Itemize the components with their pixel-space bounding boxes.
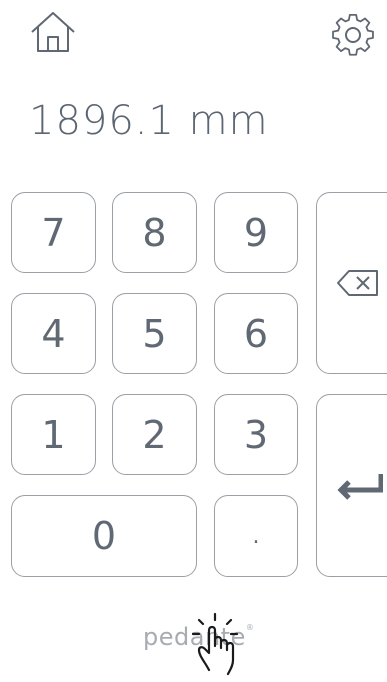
key-1[interactable]: 1: [11, 394, 96, 475]
measurement-display: 1896.1 mm: [29, 98, 269, 144]
key-5[interactable]: 5: [112, 293, 197, 374]
key-6[interactable]: 6: [214, 293, 298, 374]
key-label: 6: [243, 311, 269, 356]
key-label: 9: [243, 210, 269, 255]
key-4[interactable]: 4: [11, 293, 96, 374]
key-label: .: [252, 523, 260, 549]
key-3[interactable]: 3: [214, 394, 298, 475]
tap-hand-icon: [185, 612, 257, 678]
enter-icon: [337, 473, 383, 500]
key-8[interactable]: 8: [112, 192, 197, 273]
key-9[interactable]: 9: [214, 192, 298, 273]
backspace-button[interactable]: [316, 192, 387, 374]
key-label: 8: [142, 210, 167, 255]
key-label: 1: [41, 412, 66, 457]
gear-icon[interactable]: [330, 12, 376, 58]
key-2[interactable]: 2: [112, 394, 197, 475]
enter-button[interactable]: [316, 394, 387, 577]
backspace-icon: [337, 270, 378, 296]
key-label: 2: [142, 412, 167, 457]
key-label: 0: [91, 514, 117, 558]
key-decimal[interactable]: .: [214, 495, 298, 577]
key-label: 7: [41, 210, 66, 255]
key-label: 5: [142, 311, 167, 356]
key-label: 3: [243, 412, 269, 457]
key-label: 4: [41, 311, 66, 356]
home-icon[interactable]: [29, 10, 77, 54]
key-0[interactable]: 0: [11, 495, 197, 577]
key-7[interactable]: 7: [11, 192, 96, 273]
